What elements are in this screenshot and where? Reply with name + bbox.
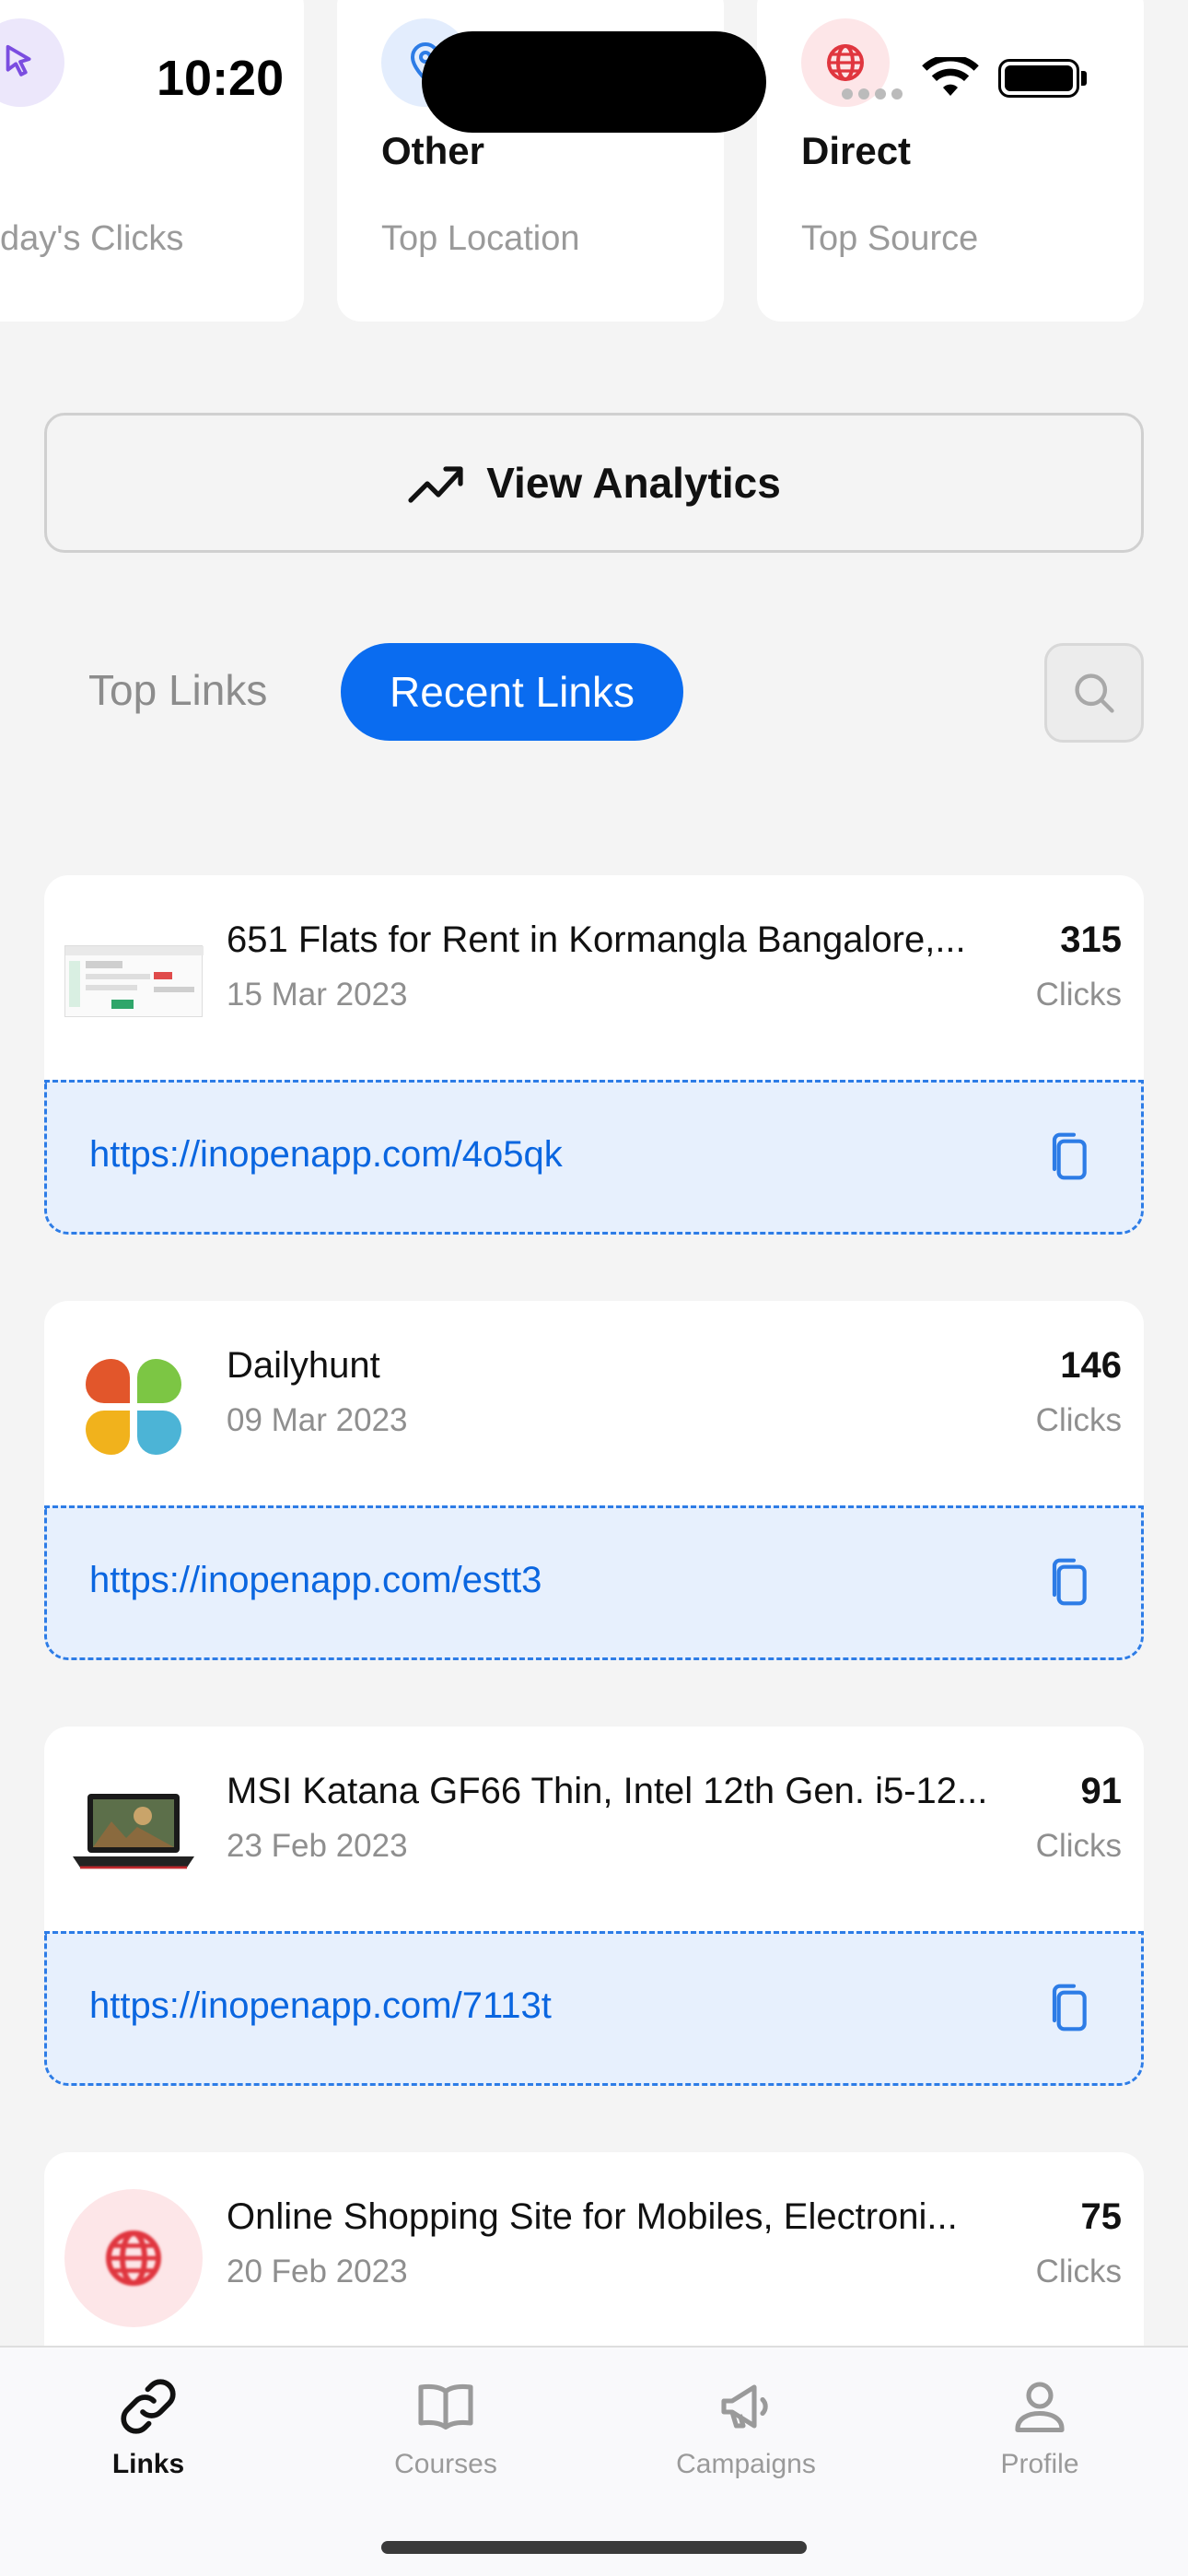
nav-label: Links <box>111 2449 185 2479</box>
short-url[interactable]: https://inopenapp.com/4o5qk <box>89 1134 563 1176</box>
link-date: 09 Mar 2023 <box>227 1402 408 1438</box>
short-url-box[interactable]: https://inopenapp.com/4o5qk <box>44 1080 1144 1235</box>
book-icon <box>418 2383 473 2430</box>
link-clicks-count: 315 <box>1060 919 1122 960</box>
link-card[interactable]: Dailyhunt 09 Mar 2023 146 Clicks https:/… <box>44 1301 1144 1660</box>
link-title: Online Shopping Site for Mobiles, Electr… <box>227 2196 958 2237</box>
search-icon <box>1075 673 1114 713</box>
dynamic-island <box>422 31 766 133</box>
short-url[interactable]: https://inopenapp.com/estt3 <box>89 1560 542 1601</box>
link-clicks-label: Clicks <box>1035 2254 1122 2289</box>
link-title: MSI Katana GF66 Thin, Intel 12th Gen. i5… <box>227 1771 988 1811</box>
tab-recent-links-label: Recent Links <box>390 668 635 716</box>
status-time: 10:20 <box>157 51 285 106</box>
view-analytics-button[interactable]: View Analytics <box>44 413 1144 553</box>
short-url[interactable]: https://inopenapp.com/7113t <box>89 1985 552 2027</box>
nav-links[interactable]: Links <box>47 2373 250 2480</box>
dailyhunt-logo <box>64 1338 203 1476</box>
nav-campaigns[interactable]: Campaigns <box>645 2373 847 2480</box>
link-clicks-label: Clicks <box>1035 1828 1122 1864</box>
copy-icon[interactable] <box>1045 1130 1089 1182</box>
search-button[interactable] <box>1044 643 1144 743</box>
stat-label: Top Location <box>381 219 580 258</box>
signal-dots-icon <box>842 88 903 100</box>
link-clicks-label: Clicks <box>1035 1402 1122 1438</box>
stat-value: Other <box>381 129 485 172</box>
stat-label: Top Source <box>801 219 979 258</box>
nav-label: Profile <box>1000 2449 1079 2479</box>
megaphone-icon <box>721 2384 768 2429</box>
link-clicks-count: 91 <box>1080 1771 1123 1811</box>
view-analytics-label: View Analytics <box>486 459 781 507</box>
stat-card-source: Direct Top Source <box>757 0 1144 322</box>
cursor-click-icon <box>0 18 64 107</box>
stat-card-clicks: day's Clicks <box>0 0 304 322</box>
link-title: 651 Flats for Rent in Kormangla Bangalor… <box>227 919 966 960</box>
link-icon <box>121 2379 176 2434</box>
globe-thumb <box>64 2189 203 2327</box>
battery-tip <box>1081 71 1087 86</box>
laptop-thumb <box>64 1763 203 1902</box>
link-clicks-label: Clicks <box>1035 977 1122 1013</box>
link-clicks-count: 75 <box>1080 2196 1123 2237</box>
link-date: 23 Feb 2023 <box>227 1828 408 1864</box>
nav-courses[interactable]: Courses <box>344 2373 547 2480</box>
tab-recent-links[interactable]: Recent Links <box>341 643 683 741</box>
short-url-box[interactable]: https://inopenapp.com/7113t <box>44 1931 1144 2086</box>
nav-label: Campaigns <box>676 2449 816 2479</box>
nav-profile[interactable]: Profile <box>938 2373 1141 2480</box>
copy-icon[interactable] <box>1045 1982 1089 2033</box>
stat-label: day's Clicks <box>0 219 184 258</box>
copy-icon[interactable] <box>1045 1556 1089 1608</box>
link-card[interactable]: MSI Katana GF66 Thin, Intel 12th Gen. i5… <box>44 1727 1144 2086</box>
website-screenshot-thumb <box>64 912 204 1050</box>
link-clicks-count: 146 <box>1060 1345 1122 1386</box>
stat-value: Direct <box>801 129 912 172</box>
wifi-icon <box>922 57 979 96</box>
nav-label: Courses <box>394 2449 497 2479</box>
user-icon <box>1015 2382 1065 2433</box>
battery-icon <box>998 59 1079 98</box>
trend-up-icon <box>408 466 463 503</box>
link-date: 15 Mar 2023 <box>227 977 408 1013</box>
home-indicator <box>381 2541 807 2554</box>
link-date: 20 Feb 2023 <box>227 2254 408 2289</box>
link-card[interactable]: 651 Flats for Rent in Kormangla Bangalor… <box>44 875 1144 1235</box>
tab-top-links[interactable]: Top Links <box>88 665 267 715</box>
link-title: Dailyhunt <box>227 1345 380 1386</box>
short-url-box[interactable]: https://inopenapp.com/estt3 <box>44 1505 1144 1660</box>
